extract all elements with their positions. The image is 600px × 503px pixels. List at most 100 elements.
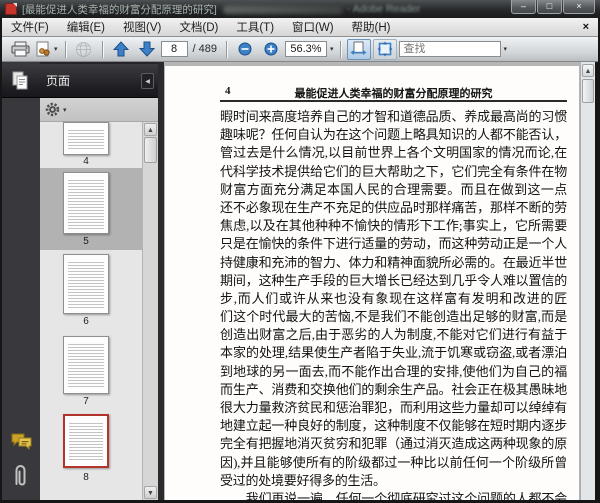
menu-edit[interactable]: 编辑(E) — [58, 18, 114, 36]
scroll-up-arrow[interactable]: ▲ — [144, 123, 157, 136]
content-area: 页面 ◀ ▾ 4 5 6 7 8 ▲ ▼ 4 最能促进人类幸福的财富分配原理的研… — [2, 62, 595, 500]
text-line: 地建立起一种良好的制度，这种制度不仅能够在短时期内逐步而 — [220, 418, 567, 434]
scroll-down-arrow[interactable]: ▼ — [144, 486, 157, 499]
zoom-in-button[interactable] — [259, 39, 283, 60]
scrollbar-thumb[interactable] — [582, 79, 594, 103]
text-line: 本家的处理,结果使生产者陷于失业,流于饥寒或窃盗,或者漂泊 — [220, 345, 567, 361]
gear-icon[interactable] — [45, 102, 60, 117]
text-line: 焦虑,以及在其他种种不愉快的情形下工作;事实上，它所需要的 — [220, 218, 567, 234]
page-number-input[interactable] — [160, 41, 188, 57]
text-line: 步,而人们或许从来也没有象现在这样富有发明和改进的匠心。我 — [220, 290, 567, 306]
window-title: [最能促进人类幸福的财富分配原理的研究] — [22, 3, 217, 16]
menu-view[interactable]: 视图(V) — [114, 18, 170, 36]
text-line: 代科学技术提供给它们的巨大帮助之下，它们完全有条件在物质 — [220, 163, 567, 179]
text-line: 持健康和充沛的智力、体力和精神面貌所必需的。在最近半世纪 — [220, 254, 567, 270]
redacted-title-blur — [222, 4, 343, 14]
arrow-up-icon — [112, 41, 129, 57]
thumbnail-label: 4 — [83, 156, 89, 167]
thumbnails-scrollbar[interactable]: ▲ ▼ — [142, 122, 158, 500]
text-line: 受过的处境要好得多的生活。 — [220, 472, 386, 488]
zoom-level-input[interactable] — [284, 41, 327, 57]
comments-panel-button[interactable] — [11, 433, 32, 450]
collapse-panel-button[interactable]: ◀ — [141, 73, 154, 89]
text-line: 完全有把握地消灭贫穷和犯罪（通过消灭造成这两种现象的原 — [220, 436, 567, 452]
thumbnail-page-8-current[interactable] — [63, 414, 109, 468]
thumbnail-page-6[interactable] — [63, 254, 109, 314]
text-line: 很大力量救济贫民和惩治罪犯，而利用这些力量却可以绰绰有余 — [220, 400, 567, 415]
scroll-up-arrow[interactable]: ▲ — [582, 64, 594, 77]
toolbar-separator — [225, 40, 227, 58]
folio-number: 4 — [225, 85, 231, 97]
menu-help[interactable]: 帮助(H) — [343, 18, 400, 36]
thumbnail-options-row: ▾ — [40, 98, 158, 122]
toolbar: ▾ / 489 — [2, 37, 598, 62]
zoom-out-button[interactable] — [233, 39, 257, 60]
maximize-button[interactable]: □ — [537, 0, 562, 14]
zoom-dropdown-arrow[interactable]: ▾ — [330, 45, 334, 53]
fit-page-button[interactable] — [372, 38, 397, 60]
page-body-text: 暇时间来高度培养自己的才智和道德品质、养成最高尚的习惯和 趣味呢？任何自认为在这… — [220, 108, 567, 500]
text-line: 期间，这种生产手段的巨大增长已经达到几乎令人难以置信的地 — [220, 272, 567, 288]
next-page-button[interactable] — [135, 39, 159, 60]
pdf-page: 4 最能促进人类幸福的财富分配原理的研究 暇时间来高度培养自己的才智和道德品质、… — [165, 66, 579, 500]
text-line: 到地球的另一面去,而不能作出合理的安排,使他们为自己的福利 — [220, 363, 567, 379]
text-line: 们这个时代最大的苦恼,不是我们不能创造出足够的财富,而是在 — [220, 309, 567, 325]
thumbnail-page-7[interactable] — [63, 336, 109, 394]
collaborate-icon — [36, 41, 50, 56]
thumbnail-label: 6 — [83, 316, 89, 327]
zoom-out-icon — [238, 42, 252, 56]
text-line: 还不必象现在生产不充足的供应品时那样痛苦，那样不断的劳累、 — [220, 199, 567, 215]
find-dropdown-arrow[interactable]: ▾ — [504, 45, 508, 53]
thumbnail-label: 7 — [83, 396, 89, 407]
print-button[interactable] — [8, 39, 32, 60]
menu-document[interactable]: 文档(D) — [170, 18, 227, 36]
menu-tools[interactable]: 工具(T) — [227, 18, 283, 36]
close-button[interactable]: × — [563, 0, 595, 14]
paperclip-icon — [15, 465, 26, 486]
menubar-close-icon[interactable]: × — [583, 21, 598, 33]
share-globe-button[interactable] — [72, 39, 96, 60]
adobe-reader-window: [最能促进人类幸福的财富分配原理的研究] - Adobe Reader – □ … — [0, 0, 600, 503]
toolbar-separator — [64, 40, 66, 58]
scrolling-pages-icon — [350, 41, 367, 55]
scrolling-mode-button[interactable] — [346, 38, 371, 60]
pages-panel-header: 页面 ◀ — [2, 64, 158, 98]
scrollbar-thumb[interactable] — [144, 137, 157, 163]
text-line: 暇时间来高度培养自己的才智和道德品质、养成最高尚的习惯和 — [220, 109, 567, 124]
text-line: 而生产、消费和交换他们的剩余生产品。社会正在极其愚昧地花 — [220, 381, 567, 397]
pdf-app-icon — [5, 3, 17, 15]
text-line: 只是在愉快的条件下进行适量的劳动，而这种劳动正是一个人保 — [220, 236, 567, 252]
menu-file[interactable]: 文件(F) — [2, 18, 58, 36]
text-line: 管过去是什么情况,以目前世界上各个文明国家的情况而论,在现 — [220, 145, 567, 161]
collaborate-dropdown-arrow: ▾ — [54, 46, 58, 53]
running-header: 4 最能促进人类幸福的财富分配原理的研究 — [220, 85, 567, 101]
thumbnail-label: 8 — [83, 472, 89, 483]
collaborate-button[interactable]: ▾ — [34, 39, 59, 60]
page-thumbnails-panel: 4 5 6 7 8 — [40, 122, 142, 500]
fit-page-icon — [377, 41, 392, 57]
text-line: 财富方面充分满足本国人民的合理需要。而且在做到这一点时， — [220, 181, 567, 197]
options-dropdown-arrow[interactable]: ▾ — [63, 106, 67, 114]
globe-icon — [76, 41, 92, 57]
toolbar-separator — [101, 40, 103, 58]
text-line: 我们再说一遍，任何一个彻底研究过这个问题的人都不会否 — [245, 490, 567, 500]
previous-page-button[interactable] — [109, 39, 133, 60]
text-line: 趣味呢？任何自认为在这个问题上略具知识的人都不能否认，不 — [220, 127, 567, 143]
arrow-down-icon — [138, 41, 155, 57]
comments-icon — [11, 433, 32, 450]
pages-panel-title: 页面 — [46, 74, 71, 88]
running-title: 最能促进人类幸福的财富分配原理的研究 — [294, 88, 493, 100]
text-line: 因),并且能够使所有的阶级都过一种比以前任何一个阶级所曾享 — [220, 454, 567, 470]
window-controls: – □ × — [511, 0, 595, 14]
thumbnail-page-5[interactable] — [63, 172, 109, 234]
header-rule — [220, 100, 567, 102]
navigation-rail — [2, 62, 40, 500]
thumbnail-page-4[interactable] — [63, 122, 109, 155]
text-line: 创造出财富之后,由于恶劣的人为制度,不能对它们进行有益于资 — [220, 327, 567, 343]
find-input[interactable] — [398, 41, 501, 57]
minimize-button[interactable]: – — [511, 0, 536, 14]
attachments-panel-button[interactable] — [11, 464, 29, 488]
pages-icon — [12, 71, 28, 90]
document-scrollbar[interactable]: ▲ — [580, 62, 595, 500]
menu-window[interactable]: 窗口(W) — [283, 18, 343, 36]
